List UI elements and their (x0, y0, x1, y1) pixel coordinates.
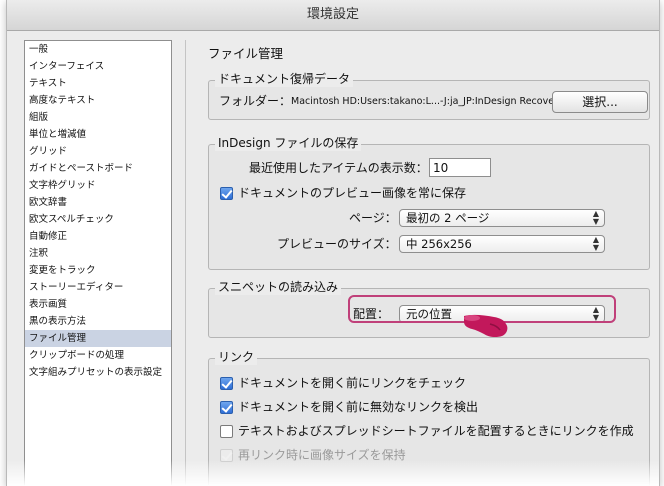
updown-arrows-icon: ▲ ▼ (592, 209, 599, 226)
link-option-label: ドキュメントを開く前に無効なリンクを検出 (238, 400, 479, 414)
recent-items-label: 最近使用したアイテムの表示数： (249, 161, 428, 175)
sidebar-item[interactable]: テキスト (25, 75, 171, 92)
link-option-checkbox[interactable] (220, 377, 233, 390)
sidebar-item[interactable]: 欧文スペルチェック (25, 211, 171, 228)
link-option-checkbox[interactable] (220, 425, 233, 438)
pages-label: ページ： (349, 211, 397, 225)
sidebar-item[interactable]: 文字枠グリッド (25, 177, 171, 194)
updown-arrows-icon: ▲ ▼ (592, 235, 599, 252)
sidebar-item[interactable]: 一般 (25, 41, 171, 58)
panel-divider (185, 40, 186, 486)
recent-items-field[interactable]: 10 (429, 158, 491, 177)
recovery-group-title: ドキュメント復帰データ (215, 71, 354, 87)
sidebar-item[interactable]: グリッド (25, 143, 171, 160)
link-option-checkbox[interactable] (220, 401, 233, 414)
folder-path: Macintosh HD:Users:takano:L...-J:ja_JP:I… (291, 96, 564, 107)
save-group: InDesign ファイルの保存 最近使用したアイテムの表示数： 10 ドキュメ… (208, 135, 650, 270)
pages-select[interactable]: 最初の 2 ページ ▲ ▼ (399, 209, 605, 227)
pointing-hand-icon (464, 314, 508, 338)
page-title: ファイル管理 (208, 46, 284, 61)
sidebar-item[interactable]: 変更をトラック (25, 262, 171, 279)
bottom-fade (7, 460, 659, 486)
folder-label: フォルダー： (219, 94, 292, 108)
recovery-group: ドキュメント復帰データ フォルダー： Macintosh HD:Users:ta… (208, 71, 650, 120)
sidebar-item[interactable]: 自動修正 (25, 228, 171, 245)
sidebar-item[interactable]: 黒の表示方法 (25, 313, 171, 330)
sidebar-item[interactable]: 注釈 (25, 245, 171, 262)
save-group-title: InDesign ファイルの保存 (215, 135, 362, 151)
preview-size-label: プレビューのサイズ： (277, 237, 397, 251)
preview-size-select[interactable]: 中 256x256 ▲ ▼ (399, 235, 605, 253)
window-titlebar: 環境設定 (7, 0, 659, 31)
sidebar-item[interactable]: 単位と増減値 (25, 126, 171, 143)
sidebar-item[interactable]: 組版 (25, 109, 171, 126)
sidebar-item[interactable]: クリップボードの処理 (25, 347, 171, 364)
main-panel: ファイル管理 ドキュメント復帰データ フォルダー： Macintosh HD:U… (200, 36, 659, 486)
preview-size-value: 中 256x256 (406, 237, 472, 251)
sidebar-item[interactable]: 高度なテキスト (25, 92, 171, 109)
link-option-label: ドキュメントを開く前にリンクをチェック (238, 376, 467, 390)
window-title: 環境設定 (306, 7, 359, 22)
snippet-group-title: スニペットの読み込み (215, 279, 342, 295)
pages-select-value: 最初の 2 ページ (406, 211, 490, 225)
choose-folder-button[interactable]: 選択... (552, 91, 648, 113)
category-list: 一般 インターフェイス テキスト 高度なテキスト 組版 単位と増減値 グリッド ガイドとペース… (24, 40, 172, 486)
preview-image-checkbox[interactable] (220, 187, 233, 200)
sidebar-item[interactable]: 欧文辞書 (25, 194, 171, 211)
sidebar-item[interactable]: インターフェイス (25, 58, 171, 75)
sidebar-item[interactable]: ガイドとペーストボード (25, 160, 171, 177)
sidebar-item[interactable]: 文字組みプリセットの表示設定 (25, 364, 171, 381)
preview-image-label: ドキュメントのプレビュー画像を常に保存 (238, 186, 467, 200)
sidebar-item[interactable]: ストーリーエディター (25, 279, 171, 296)
preferences-window: 環境設定 一般 インターフェイス テキスト 高度なテキスト 組版 単位と増減値 グリッド ガイ… (6, 0, 660, 486)
link-option-label: テキストおよびスプレッドシートファイルを配置するときにリンクを作成 (238, 424, 634, 438)
sidebar-item[interactable]: 表示画質 (25, 296, 171, 313)
sidebar-item[interactable]: ファイル管理 (25, 330, 171, 347)
links-group-title: リンク (215, 349, 258, 365)
